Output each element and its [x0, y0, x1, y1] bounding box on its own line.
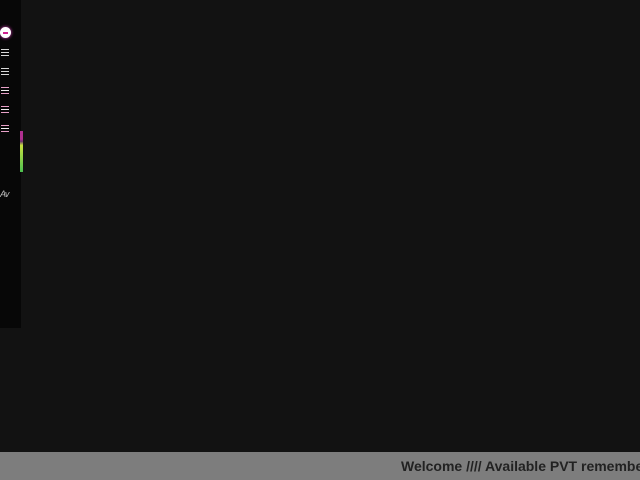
menu-lines-icon[interactable]	[1, 87, 9, 96]
menu-lines-icon[interactable]	[1, 125, 9, 134]
menu-lines-icon[interactable]	[1, 68, 9, 77]
mode-label[interactable]: Av	[0, 189, 9, 199]
ticker-text: Welcome //// Available PVT remembe	[401, 458, 640, 474]
menu-lines-icon[interactable]	[1, 49, 9, 58]
brand-logo-icon[interactable]	[0, 27, 11, 38]
level-meter	[20, 131, 23, 172]
ticker-bar: Welcome //// Available PVT remembe	[0, 452, 640, 480]
app-window: Av Welcome //// Available PVT remembe	[0, 0, 640, 480]
menu-lines-icon[interactable]	[1, 106, 9, 115]
sidebar: Av	[0, 0, 21, 328]
